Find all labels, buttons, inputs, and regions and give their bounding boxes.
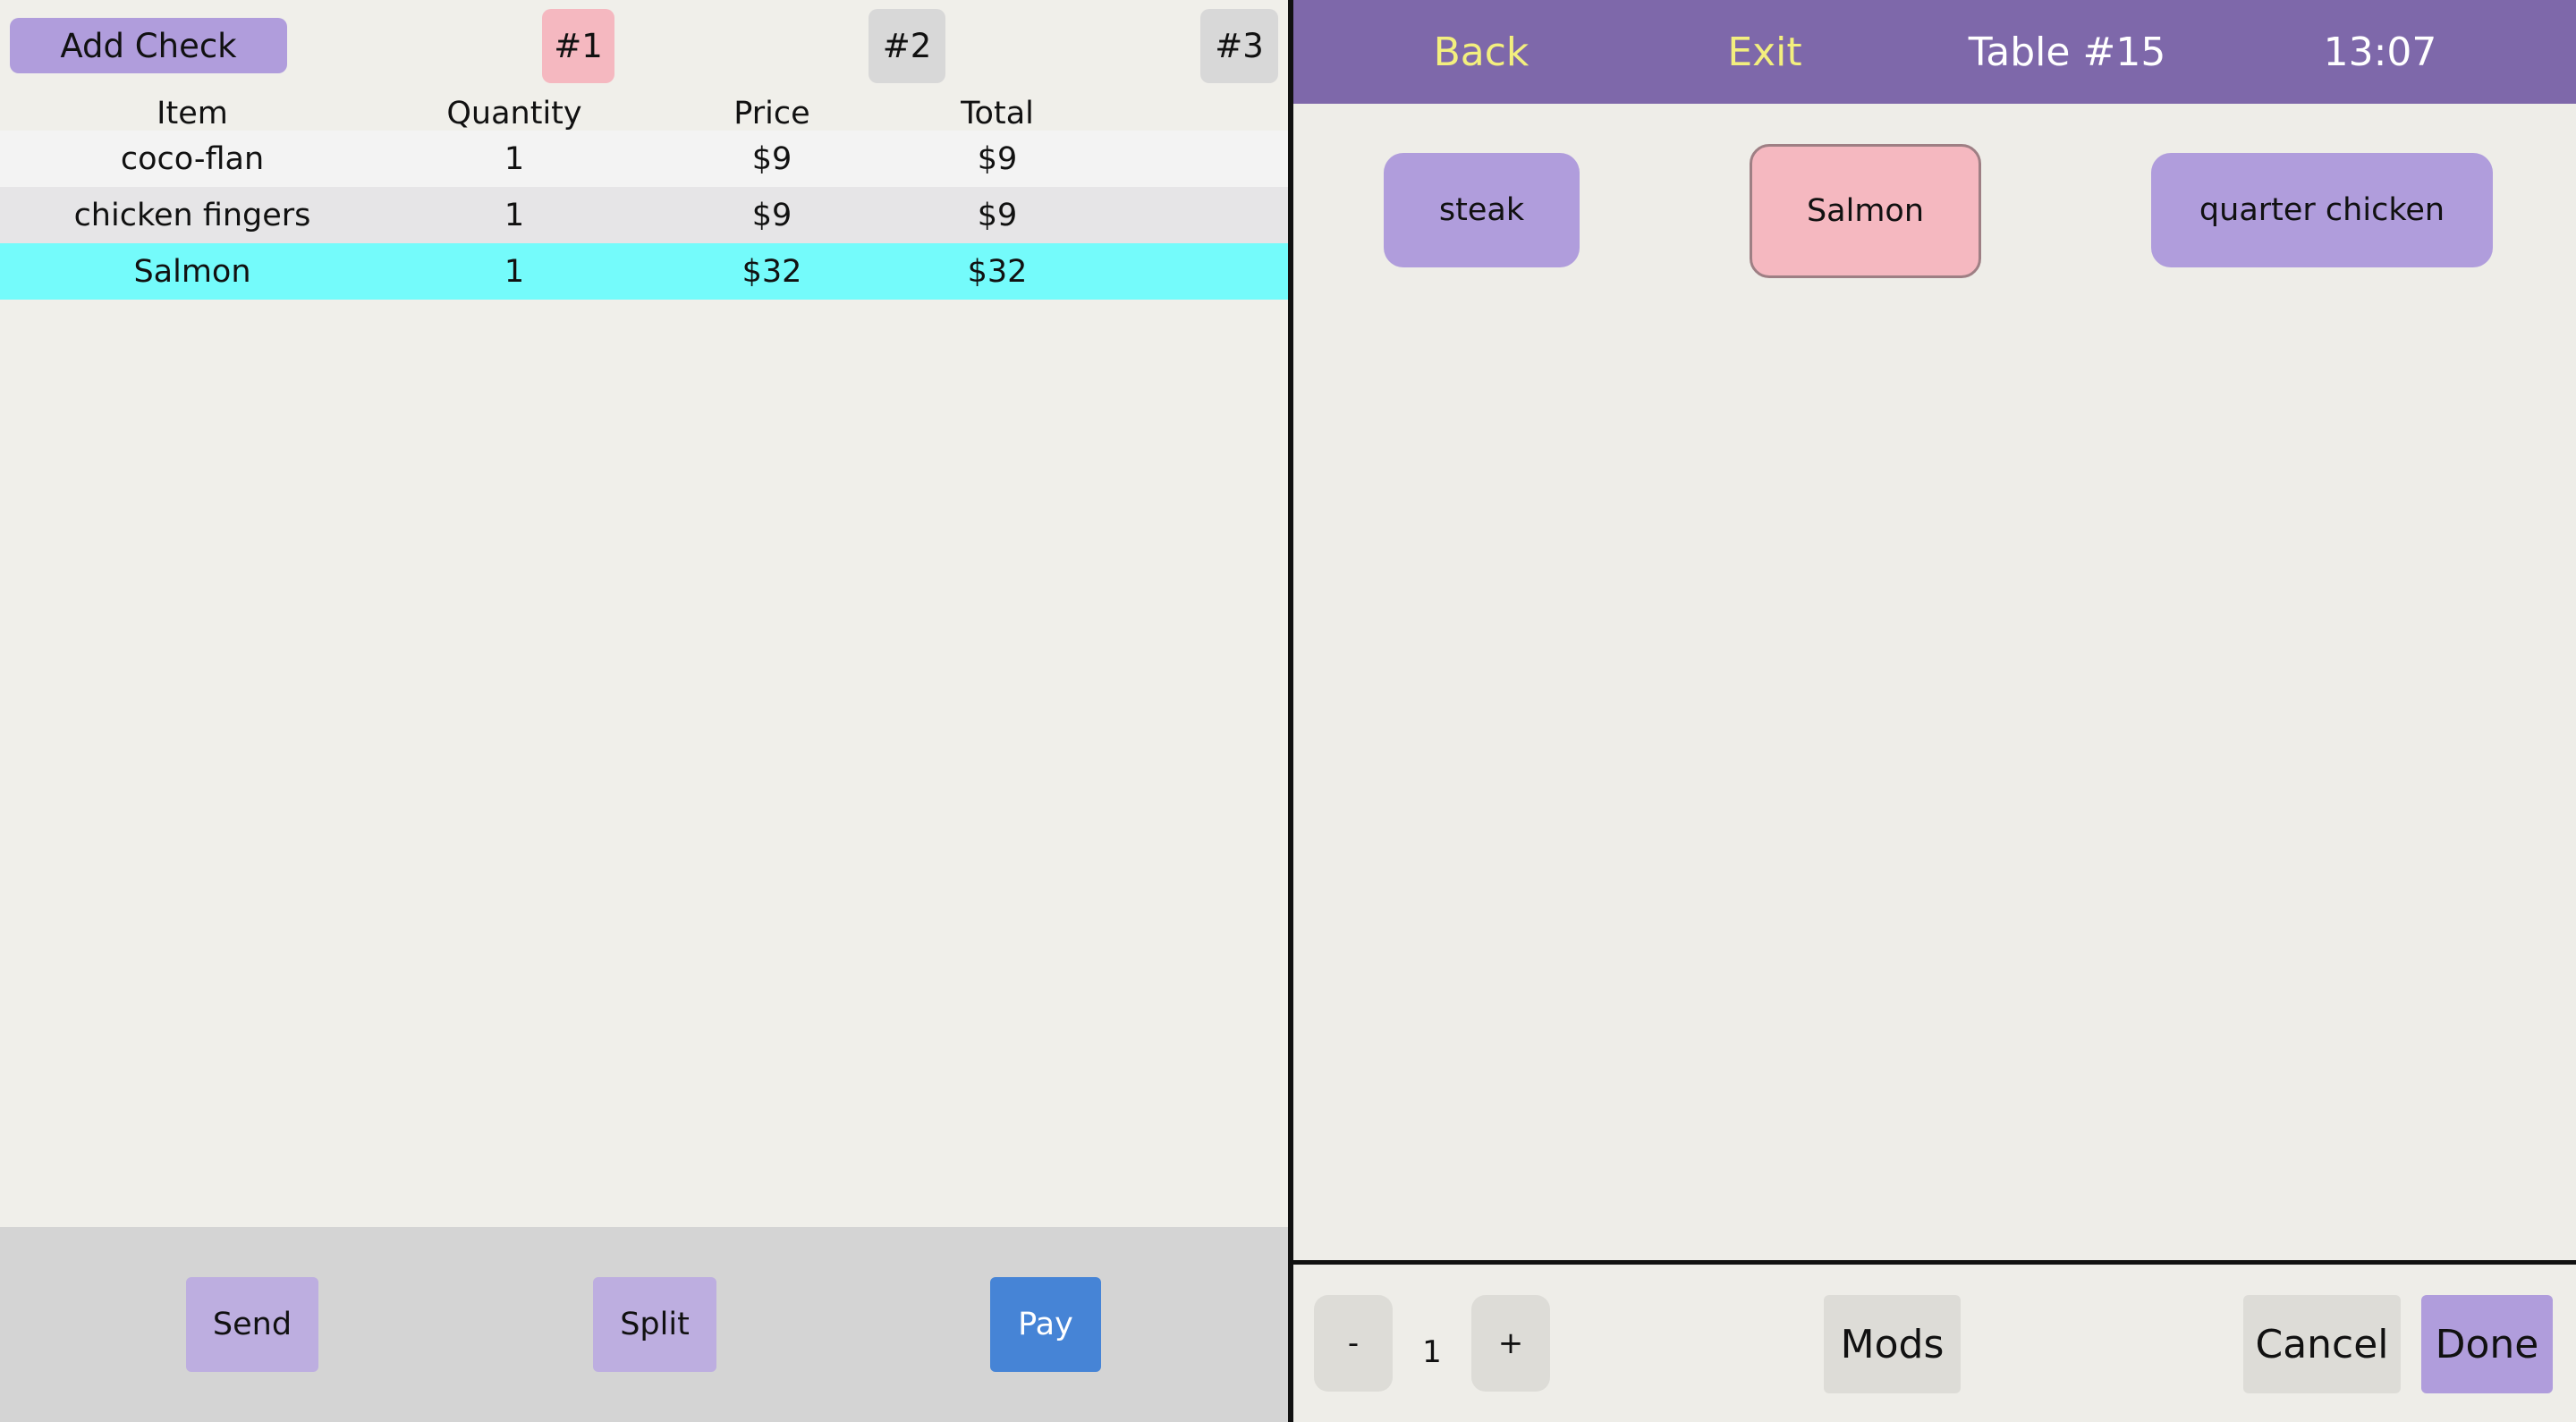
split-button[interactable]: Split (593, 1277, 716, 1372)
menu-items-area: steak Salmon quarter chicken (1293, 104, 2576, 1263)
check-action-bar: Send Split Pay (0, 1227, 1288, 1422)
column-header-item: Item (157, 96, 228, 131)
top-header: Back Exit Table #15 13:07 (1293, 0, 2576, 104)
footer-divider (1293, 1260, 2576, 1265)
price-cell: $32 (741, 253, 802, 290)
menu-item-steak[interactable]: steak (1384, 153, 1580, 267)
column-header-price: Price (733, 96, 810, 131)
quantity-cell: 1 (504, 197, 525, 233)
increase-quantity-button[interactable]: + (1471, 1295, 1550, 1392)
table-row[interactable]: coco-flan 1 $9 $9 (0, 131, 1288, 187)
table-row-selected[interactable]: Salmon 1 $32 $32 (0, 243, 1288, 300)
price-cell: $9 (751, 197, 792, 233)
quantity-cell: 1 (504, 140, 525, 177)
quantity-cell: 1 (504, 253, 525, 290)
done-button[interactable]: Done (2421, 1295, 2553, 1393)
column-header-total: Total (961, 96, 1034, 131)
total-cell: $9 (977, 140, 1018, 177)
check-tab-1[interactable]: #1 (542, 9, 614, 83)
exit-button[interactable]: Exit (1675, 0, 1854, 104)
item-cell: Salmon (133, 253, 251, 290)
menu-item-salmon[interactable]: Salmon (1750, 144, 1981, 278)
send-button[interactable]: Send (186, 1277, 318, 1372)
item-cell: coco-flan (120, 140, 265, 177)
back-button[interactable]: Back (1374, 0, 1589, 104)
mods-button[interactable]: Mods (1824, 1295, 1961, 1393)
quantity-value: 1 (1422, 1334, 1442, 1370)
clock: 13:07 (2323, 29, 2437, 75)
item-cell: chicken fingers (73, 197, 311, 233)
decrease-quantity-button[interactable]: - (1314, 1295, 1393, 1392)
cancel-button[interactable]: Cancel (2243, 1295, 2401, 1393)
table-row[interactable]: chicken fingers 1 $9 $9 (0, 187, 1288, 243)
check-tab-2[interactable]: #2 (869, 9, 945, 83)
check-panel: Add Check #1 #2 #3 Item Quantity Price T… (0, 0, 1288, 1422)
price-cell: $9 (751, 140, 792, 177)
menu-item-quarter-chicken[interactable]: quarter chicken (2151, 153, 2493, 267)
total-cell: $32 (967, 253, 1028, 290)
total-cell: $9 (977, 197, 1018, 233)
check-tab-3[interactable]: #3 (1200, 9, 1278, 83)
pay-button[interactable]: Pay (990, 1277, 1101, 1372)
add-check-button[interactable]: Add Check (10, 18, 287, 73)
column-header-quantity: Quantity (446, 96, 582, 131)
table-title: Table #15 (1968, 29, 2166, 75)
